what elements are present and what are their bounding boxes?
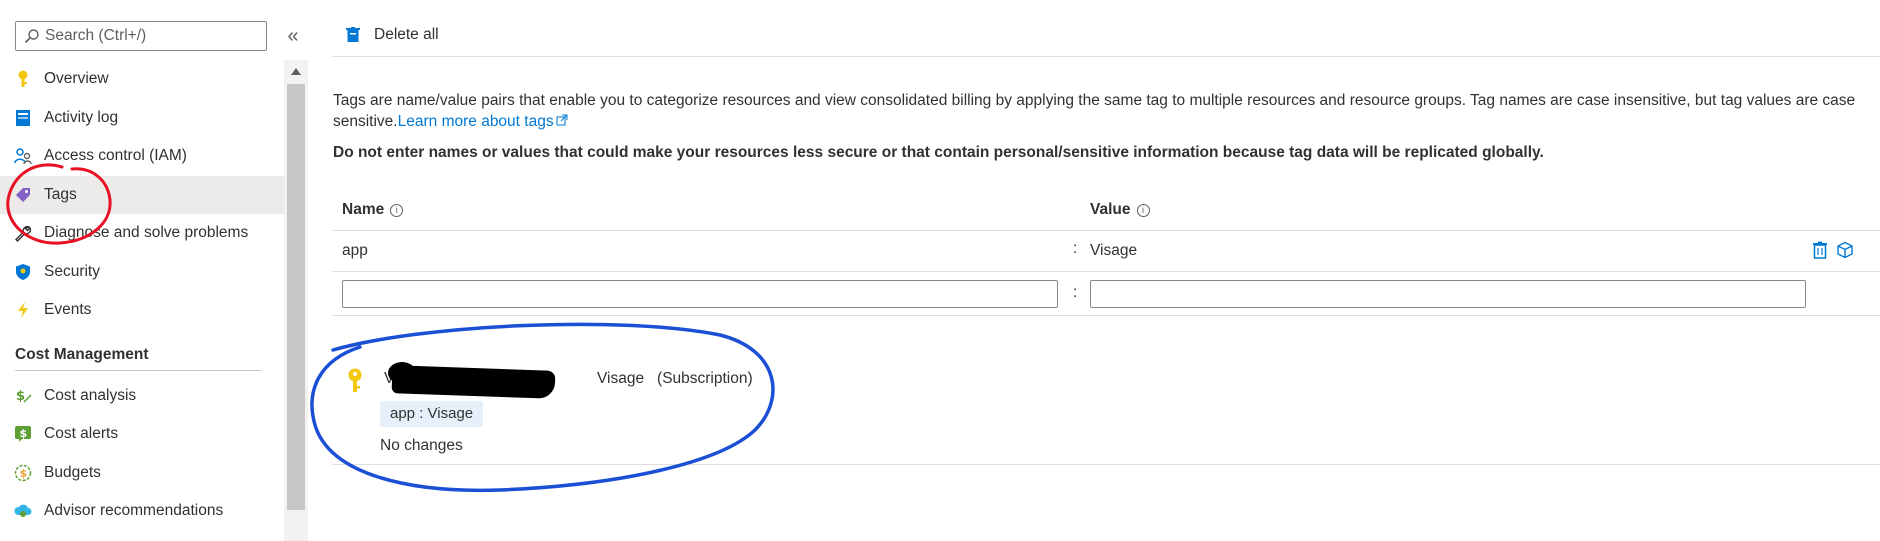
tag-chip: app : Visage (380, 401, 484, 427)
svg-text:$: $ (20, 427, 28, 440)
delete-all-button[interactable]: Delete all (332, 16, 439, 54)
delete-icon[interactable] (1812, 241, 1828, 259)
learn-more-link-label: Learn more about tags (397, 113, 554, 130)
sidebar-item-tags[interactable]: Tags (0, 175, 284, 214)
sidebar-item-advisor[interactable]: Advisor recommendations (0, 492, 284, 531)
sensitive-info-warning: Do not enter names or values that could … (333, 144, 1544, 161)
search-placeholder: Search (Ctrl+/) (45, 27, 147, 44)
sidebar-item-label: Advisor recommendations (44, 502, 224, 520)
wrench-icon (14, 224, 32, 243)
resource-summary: V Visage (Subscription) app : Visage No … (332, 350, 1880, 465)
sidebar-item-access-control[interactable]: Access control (IAM) (0, 137, 284, 176)
sidebar-item-diagnose[interactable]: Diagnose and solve problems (0, 214, 284, 253)
people-icon (14, 147, 32, 165)
svg-text:$: $ (16, 389, 25, 404)
advisor-icon (14, 502, 32, 520)
cost-alerts-icon: $ (14, 425, 32, 443)
row-actions (1812, 241, 1854, 259)
section-divider (15, 369, 261, 371)
scroll-thumb[interactable] (287, 84, 305, 510)
sidebar-item-cost-analysis[interactable]: $ Cost analysis (0, 377, 284, 416)
info-icon[interactable]: i (1136, 203, 1150, 217)
sidebar-item-budgets[interactable]: $ Budgets (0, 454, 284, 493)
lightning-icon (14, 301, 32, 319)
sidebar-item-security[interactable]: Security (0, 253, 284, 292)
sidebar-scrollbar[interactable] (284, 60, 308, 541)
resource-title: Visage (Subscription) (597, 370, 753, 387)
redaction-mark (391, 365, 556, 399)
budgets-icon: $ (14, 464, 32, 482)
info-icon[interactable]: i (390, 203, 404, 217)
sidebar-item-activity-log[interactable]: Activity log (0, 99, 284, 138)
sidebar-item-overview[interactable]: Overview (0, 60, 284, 99)
delete-icon (346, 27, 360, 42)
tag-name[interactable]: app (342, 242, 368, 260)
value-column-header: Value i (1090, 201, 1150, 219)
sidebar-item-label: Access control (IAM) (44, 147, 187, 165)
tags-description: Tags are name/value pairs that enable yo… (333, 90, 1873, 132)
status-text: No changes (380, 437, 463, 454)
tag-icon (14, 186, 32, 204)
value-header-label: Value (1090, 201, 1131, 218)
key-icon (14, 70, 32, 88)
cube-icon[interactable] (1836, 241, 1854, 259)
sidebar-item-cost-alerts[interactable]: $ Cost alerts (0, 415, 284, 454)
redaction-mark (388, 362, 416, 384)
tag-value[interactable]: Visage (1090, 242, 1137, 260)
learn-more-link[interactable]: Learn more about tags (398, 113, 568, 130)
key-icon (348, 368, 362, 392)
section-title-cost-management: Cost Management (15, 345, 149, 363)
sidebar-item-label: Cost analysis (44, 386, 137, 404)
table-header-row: Name i Value i (332, 191, 1880, 231)
sidebar-item-label: Events (44, 301, 92, 319)
sidebar-item-label: Budgets (44, 463, 101, 481)
sidebar-item-label: Tags (44, 185, 77, 203)
name-value-separator: : (1073, 284, 1078, 301)
delete-all-label: Delete all (374, 26, 439, 43)
nav-menu: Overview Activity log Access control (IA… (0, 60, 284, 531)
name-column-header: Name i (342, 201, 404, 219)
collapse-sidebar-button[interactable]: « (282, 24, 304, 48)
sidebar-item-label: Activity log (44, 108, 119, 126)
sidebar-item-events[interactable]: Events (0, 291, 284, 330)
search-icon (24, 29, 39, 44)
search-input[interactable]: Search (Ctrl+/) (15, 21, 267, 51)
table-row: app : Visage (332, 231, 1880, 272)
new-tag-value-input[interactable] (1090, 280, 1806, 308)
sidebar: Search (Ctrl+/) Overview Activity log Ac… (0, 0, 284, 541)
new-tag-name-input[interactable] (342, 280, 1058, 308)
sidebar-item-label: Security (44, 262, 100, 280)
cost-analysis-icon: $ (14, 387, 32, 405)
shield-icon (14, 263, 32, 281)
main-content: Delete all Tags are name/value pairs tha… (332, 0, 1880, 541)
activity-log-icon (14, 109, 32, 127)
name-value-separator: : (1073, 240, 1078, 257)
sidebar-item-label: Cost alerts (44, 425, 119, 443)
sidebar-item-label: Overview (44, 70, 109, 88)
tags-table: Name i Value i app : Visage: (332, 191, 1880, 316)
scroll-up-arrow-icon[interactable] (291, 68, 301, 75)
svg-text:$: $ (20, 467, 28, 480)
sidebar-item-label: Diagnose and solve problems (44, 224, 249, 242)
toolbar-divider (332, 56, 1880, 57)
new-tag-row: : (332, 272, 1880, 316)
name-header-label: Name (342, 201, 385, 218)
external-link-icon (556, 114, 568, 126)
